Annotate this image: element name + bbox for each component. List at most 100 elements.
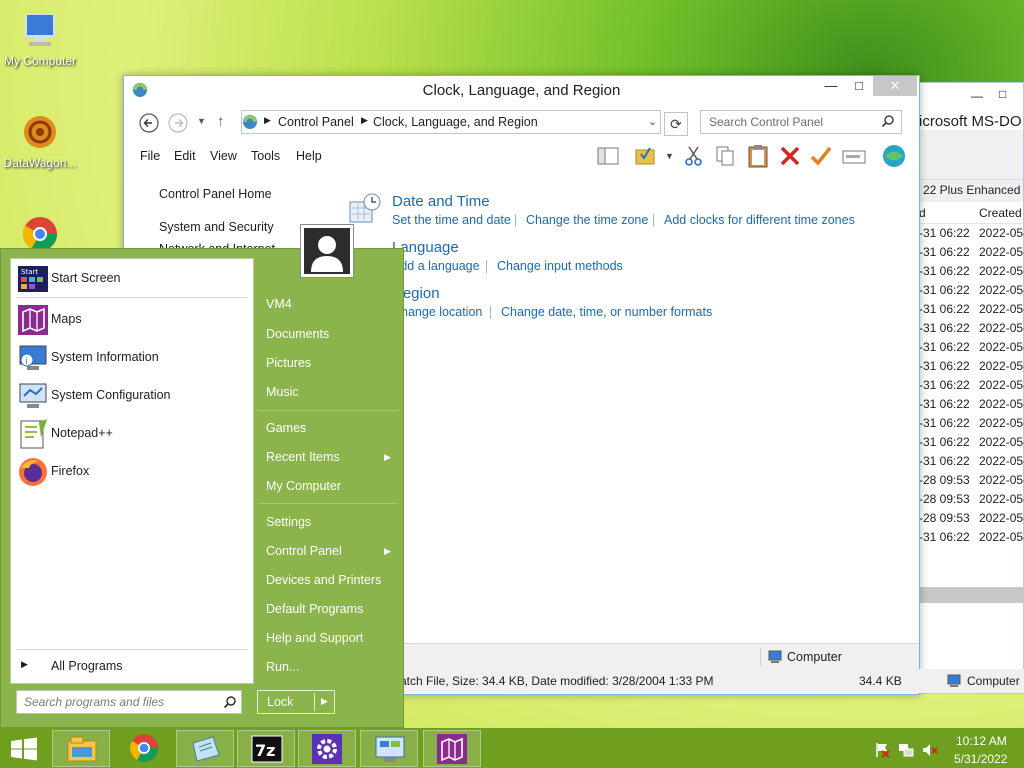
table-row[interactable]: -31 06:22 2022-05- [917, 300, 1024, 319]
start-place-settings[interactable]: Settings [266, 515, 311, 529]
menu-help[interactable]: Help [296, 149, 322, 163]
up-button[interactable]: ↑ [217, 113, 225, 130]
table-row[interactable]: -28 09:53 2022-05- [917, 490, 1024, 509]
address-bar[interactable]: ▶ Control Panel ▶ Clock, Language, and R… [241, 110, 661, 134]
recent-pages-dropdown[interactable]: ▼ [197, 116, 206, 126]
table-row[interactable]: -31 06:22 2022-05- [917, 528, 1024, 547]
column-header[interactable]: d [919, 206, 926, 220]
table-row[interactable]: -31 06:22 2022-05- [917, 433, 1024, 452]
start-place-music[interactable]: Music [266, 385, 299, 399]
maximize-button[interactable]: □ [845, 76, 873, 96]
table-row[interactable]: -31 06:22 2022-05- [917, 224, 1024, 243]
folder-check-icon[interactable] [634, 144, 656, 166]
back-button[interactable] [138, 112, 160, 134]
properties-check-icon[interactable] [810, 145, 832, 167]
taskbar-7zip[interactable]: 7z [237, 730, 295, 767]
menu-view[interactable]: View [210, 149, 237, 163]
copy-icon[interactable] [714, 145, 736, 167]
breadcrumb-control-panel[interactable]: Control Panel [278, 115, 354, 129]
clock-time[interactable]: 10:12 AM [956, 734, 1007, 748]
desktop-icon-datawagon[interactable]: DataWagon... [0, 112, 80, 170]
network-icon[interactable] [898, 742, 914, 758]
search-icon[interactable] [881, 114, 895, 128]
clock-date[interactable]: 5/31/2022 [954, 752, 1007, 766]
address-dropdown-icon[interactable]: ⌄ [648, 115, 657, 128]
start-search-input[interactable]: Search programs and files [16, 690, 242, 714]
table-row[interactable]: -31 06:22 2022-05- [917, 338, 1024, 357]
menu-edit[interactable]: Edit [174, 149, 196, 163]
all-programs-button[interactable]: ▶ All Programs [15, 653, 249, 679]
column-header[interactable]: Created [979, 206, 1022, 220]
table-row[interactable]: -31 06:22 2022-05- [917, 319, 1024, 338]
taskbar-settings[interactable] [298, 730, 356, 767]
start-button[interactable] [10, 737, 38, 761]
start-item-system-configuration[interactable]: System Configuration [15, 378, 249, 412]
table-row[interactable]: -31 06:22 2022-05- [917, 262, 1024, 281]
start-place-run[interactable]: Run... [266, 660, 299, 674]
start-item-notepadplusplus[interactable]: Notepad++ [15, 416, 249, 450]
table-row[interactable]: -31 06:22 2022-05- [917, 414, 1024, 433]
layout-pane-icon[interactable] [597, 146, 619, 166]
taskbar-control-panel[interactable] [360, 730, 418, 767]
minimize-button[interactable]: — [817, 76, 845, 96]
system-and-security-link[interactable]: System and Security [159, 220, 274, 234]
window-titlebar[interactable]: Clock, Language, and Region — □ ✕ [124, 76, 919, 106]
start-place-my-computer[interactable]: My Computer [266, 479, 341, 493]
start-item-system-information[interactable]: i System Information [15, 340, 249, 374]
forward-button[interactable] [167, 112, 189, 134]
add-a-language-link[interactable]: Add a language [392, 259, 480, 273]
minimize-icon[interactable]: — [971, 89, 983, 103]
chevron-down-icon[interactable]: ▼ [665, 151, 674, 161]
table-row[interactable]: -31 06:22 2022-05- [917, 357, 1024, 376]
rename-icon[interactable] [842, 148, 866, 166]
chevron-right-icon[interactable]: ▶ [264, 115, 271, 126]
menu-tools[interactable]: Tools [251, 149, 280, 163]
table-row[interactable]: -31 06:22 2022-05- [917, 452, 1024, 471]
lock-button[interactable]: Lock ▶ [257, 690, 335, 714]
user-avatar[interactable] [300, 224, 354, 278]
search-icon[interactable] [223, 695, 237, 709]
desktop-icon-my-computer[interactable]: My Computer [0, 10, 80, 68]
set-time-and-date-link[interactable]: Set the time and date [392, 213, 511, 227]
table-row[interactable]: -31 06:22 2022-05- [917, 395, 1024, 414]
chevron-right-icon[interactable]: ▶ [361, 115, 368, 126]
change-location-link[interactable]: Change location [392, 305, 482, 319]
paste-icon[interactable] [747, 144, 769, 168]
chevron-right-icon[interactable]: ▶ [321, 696, 328, 707]
start-place-default-programs[interactable]: Default Programs [266, 602, 363, 616]
taskbar-notepad[interactable] [176, 730, 234, 767]
table-row[interactable]: -31 06:22 2022-05- [917, 243, 1024, 262]
control-panel-home-link[interactable]: Control Panel Home [159, 187, 272, 201]
start-item-start-screen[interactable]: Start Start Screen [15, 261, 249, 295]
change-time-zone-link[interactable]: Change the time zone [526, 213, 648, 227]
background-window-titlebar[interactable]: — □ [917, 83, 1023, 109]
start-place-help-and-support[interactable]: Help and Support [266, 631, 363, 645]
refresh-button[interactable]: ⟳ [664, 112, 688, 136]
globe-icon[interactable] [881, 143, 907, 169]
change-formats-link[interactable]: Change date, time, or number formats [501, 305, 712, 319]
maximize-icon[interactable]: □ [999, 87, 1006, 101]
start-place-pictures[interactable]: Pictures [266, 356, 311, 370]
start-place-vm4[interactable]: VM4 [266, 297, 292, 311]
horizontal-scrollbar[interactable] [917, 587, 1024, 603]
start-item-firefox[interactable]: Firefox [15, 454, 249, 488]
start-place-documents[interactable]: Documents [266, 327, 329, 341]
taskbar-file-explorer[interactable] [52, 730, 110, 767]
start-place-games[interactable]: Games [266, 421, 306, 435]
background-window[interactable]: — □ icrosoft MS-DO 22 Plus Enhanced T d … [916, 82, 1024, 694]
date-and-time-heading[interactable]: Date and Time [392, 193, 490, 210]
breadcrumb-clock-language-region[interactable]: Clock, Language, and Region [373, 115, 538, 129]
volume-muted-icon[interactable] [922, 742, 938, 758]
start-place-recent-items[interactable]: Recent Items [266, 450, 340, 464]
menu-file[interactable]: File [140, 149, 160, 163]
add-clocks-link[interactable]: Add clocks for different time zones [664, 213, 855, 227]
start-place-control-panel[interactable]: Control Panel [266, 544, 342, 558]
table-row[interactable]: -28 09:53 2022-05- [917, 471, 1024, 490]
change-input-methods-link[interactable]: Change input methods [497, 259, 623, 273]
search-control-panel-input[interactable]: Search Control Panel [700, 110, 902, 134]
table-row[interactable]: -31 06:22 2022-05- [917, 376, 1024, 395]
start-item-maps[interactable]: Maps [15, 302, 249, 336]
delete-icon[interactable] [779, 145, 801, 167]
taskbar-maps[interactable] [423, 730, 481, 767]
cut-icon[interactable] [684, 145, 704, 167]
